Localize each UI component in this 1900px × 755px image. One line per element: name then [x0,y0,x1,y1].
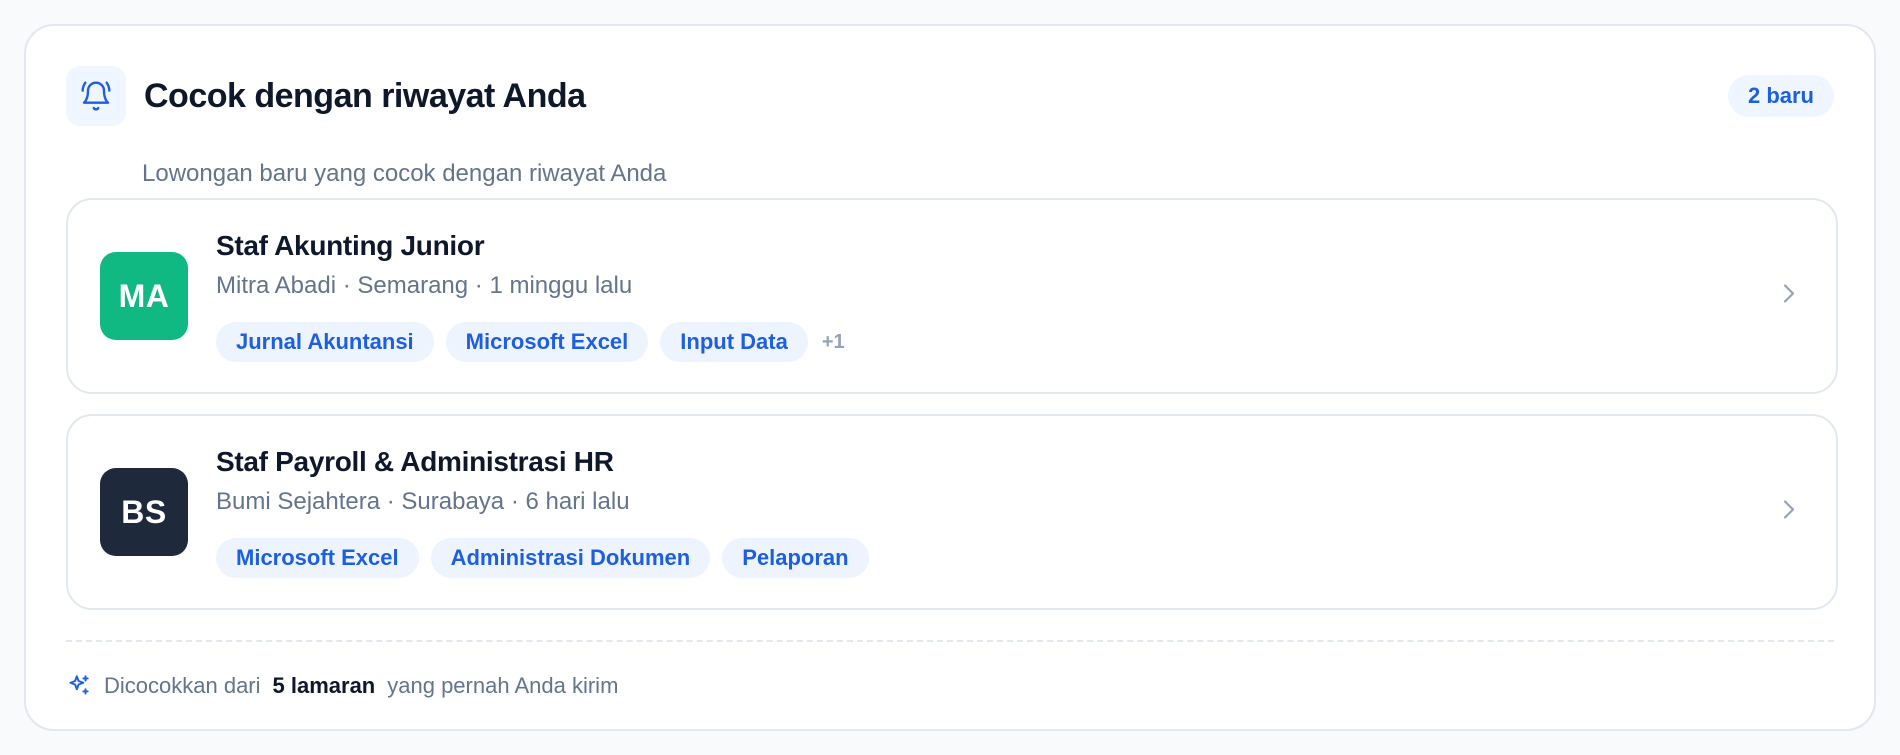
skill-tag: Administrasi Dokumen [430,538,711,578]
match-source-footer: Dicocokkan dari 5 lamaran yang pernah An… [66,666,618,706]
bell-ring-icon [66,66,126,126]
skill-tags: Microsoft Excel Administrasi Dokumen Pel… [216,538,869,578]
job-card-2[interactable]: BS Staf Payroll & Administrasi HR Bumi S… [66,414,1838,610]
card-header: Cocok dengan riwayat Anda 2 baru [66,66,1834,126]
chevron-right-icon[interactable] [1780,497,1798,528]
job-title: Staf Akunting Junior [216,230,485,261]
footer-divider [66,640,1834,642]
job-info: Staf Payroll & Administrasi HR Bumi Seja… [216,446,869,578]
new-count-badge: 2 baru [1727,75,1834,117]
company-logo: MA [100,252,188,340]
company-logo: BS [100,468,188,556]
job-card-1[interactable]: MA Staf Akunting Junior Mitra Abadi · Se… [66,198,1838,394]
skill-tag: Microsoft Excel [216,538,419,578]
skill-tags: Jurnal Akuntansi Microsoft Excel Input D… [216,322,845,362]
footer-prefix: Dicocokkan dari [104,673,261,698]
skill-tag: Pelaporan [722,538,869,578]
match-history-card: Cocok dengan riwayat Anda 2 baru Lowonga… [24,24,1876,731]
chevron-right-icon[interactable] [1780,281,1798,312]
more-tags-count: +1 [821,330,845,353]
footer-suffix: yang pernah Anda kirim [387,673,619,698]
card-title: Cocok dengan riwayat Anda [144,76,586,115]
job-title: Staf Payroll & Administrasi HR [216,446,614,477]
skill-tag: Microsoft Excel [445,322,649,362]
skill-tag: Input Data [660,322,808,362]
job-info: Staf Akunting Junior Mitra Abadi · Semar… [216,230,845,362]
skill-tag: Jurnal Akuntansi [216,322,434,362]
sparkles-icon [66,673,92,699]
card-subtitle: Lowongan baru yang cocok dengan riwayat … [142,160,667,187]
job-meta: Mitra Abadi · Semarang · 1 minggu lalu [216,272,633,299]
applications-count: 5 lamaran [272,673,376,698]
job-meta: Bumi Sejahtera · Surabaya · 6 hari lalu [216,488,630,515]
